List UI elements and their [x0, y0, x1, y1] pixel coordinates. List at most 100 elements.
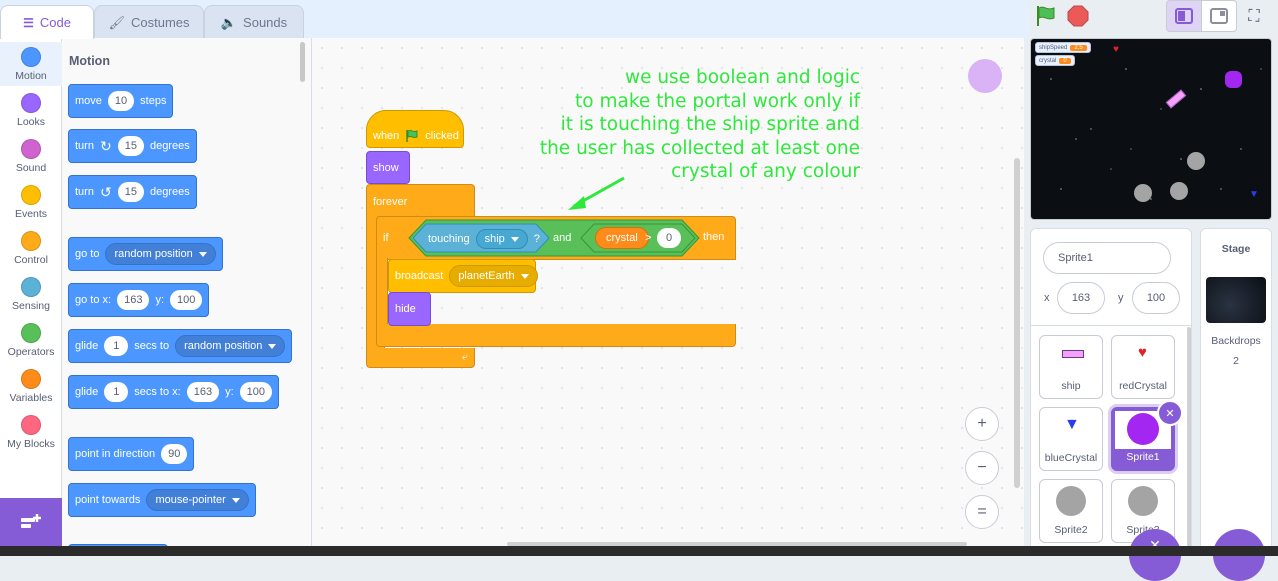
y-input[interactable]: 100 [239, 382, 272, 402]
os-taskbar [0, 546, 1278, 556]
block-glide-xy[interactable]: glide 1 secs to x: 163 y: 100 [68, 375, 279, 409]
stop-icon [1067, 5, 1089, 27]
stage-selector-pane[interactable]: Stage Backdrops 2 [1200, 228, 1272, 581]
stop-button[interactable] [1066, 4, 1090, 31]
block-text: if [383, 232, 389, 244]
block-text: point in direction [75, 448, 156, 460]
variable-name: crystal [606, 232, 638, 244]
operators-dot-icon [21, 323, 41, 343]
block-move-steps[interactable]: move 10 steps [68, 84, 174, 118]
category-events[interactable]: Events [0, 180, 62, 224]
gray-circle-icon [1056, 486, 1086, 516]
zoom-out-button[interactable]: − [965, 451, 999, 485]
monitor-label: crystal [1039, 57, 1057, 64]
block-go-to-xy[interactable]: go to x: 163 y: 100 [68, 283, 210, 317]
tab-code[interactable]: ☰ Code [0, 5, 94, 39]
fullscreen-button[interactable]: ⛶ [1240, 4, 1268, 30]
backdrops-label: Backdrops [1211, 335, 1261, 347]
block-turn-left[interactable]: turn ↺ 15 degrees [68, 175, 197, 209]
secs-input[interactable]: 1 [104, 336, 129, 356]
compare-input[interactable]: 0 [657, 228, 681, 248]
category-sensing[interactable]: Sensing [0, 272, 62, 316]
secs-input[interactable]: 1 [104, 382, 129, 402]
delete-sprite-button[interactable]: ✕ [1157, 400, 1183, 426]
block-point-towards[interactable]: point towards mouse-pointer [68, 483, 256, 517]
sprite-x-input[interactable]: 163 [1057, 282, 1105, 314]
degrees-input[interactable]: 15 [117, 136, 144, 156]
block-text: touching [428, 233, 470, 245]
block-point-in-direction[interactable]: point in direction 90 [68, 437, 195, 471]
sprite-name-input[interactable]: Sprite1 [1043, 242, 1171, 274]
palette-scrollbar[interactable] [300, 42, 305, 82]
block-text: steps [140, 95, 167, 107]
red-crystal-icon: ♥ [1138, 344, 1147, 361]
category-looks[interactable]: Looks [0, 88, 62, 132]
when-flag-clicked-block[interactable]: when clicked [366, 110, 464, 148]
sprite-thumb-ship[interactable]: ship [1039, 335, 1103, 399]
chevron-down-icon [231, 497, 240, 503]
block-turn-right[interactable]: turn ↻ 15 degrees [68, 129, 197, 163]
broadcast-dropdown[interactable]: planetEarth [449, 265, 538, 287]
degrees-input[interactable]: 15 [117, 182, 144, 202]
crystal-variable-reporter[interactable]: crystal [595, 227, 649, 249]
add-extension-button[interactable] [0, 498, 62, 546]
tab-costumes[interactable]: 🖌 Costumes [94, 5, 204, 39]
tab-sounds[interactable]: 🔈 Sounds [204, 5, 304, 39]
sprite-list-scrollbar[interactable] [1187, 327, 1191, 547]
sprite-info-pane: Sprite1 x 163 y 100 ship ♥ redCrystal ▼ … [1030, 228, 1192, 581]
sprite-y-input[interactable]: 100 [1132, 282, 1180, 314]
sprite-thumb-sprite2[interactable]: Sprite2 [1039, 479, 1103, 543]
y-label: y [1118, 292, 1124, 304]
editor-tabs: ☰ Code 🖌 Costumes 🔈 Sounds [0, 0, 1030, 39]
workspace-vertical-scrollbar[interactable] [1014, 158, 1020, 488]
x-input[interactable]: 163 [117, 290, 150, 310]
category-sound[interactable]: Sound [0, 134, 62, 178]
category-operators[interactable]: Operators [0, 318, 62, 362]
block-go-to[interactable]: go to random position [68, 237, 223, 271]
monitor-crystal: crystal 0 [1035, 55, 1075, 66]
zoom-reset-button[interactable]: = [965, 495, 999, 529]
control-dot-icon [21, 231, 41, 251]
block-text: degrees [149, 140, 190, 152]
category-variables[interactable]: Variables [0, 364, 62, 408]
x-input[interactable]: 163 [186, 382, 220, 402]
sprite-indicator [968, 59, 1002, 93]
category-label: Control [14, 254, 48, 266]
touching-dropdown[interactable]: ship [475, 229, 528, 249]
large-stage-button[interactable] [1201, 0, 1237, 32]
forever-block[interactable]: forever [366, 184, 475, 218]
ship-icon [1062, 350, 1084, 358]
category-control[interactable]: Control [0, 226, 62, 270]
category-my-blocks[interactable]: My Blocks [0, 410, 62, 454]
sprite-thumb-redcrystal[interactable]: ♥ redCrystal [1111, 335, 1175, 399]
block-glide[interactable]: glide 1 secs to random position [68, 329, 293, 363]
variables-dot-icon [21, 369, 41, 389]
touching-block[interactable]: touching ship ? [428, 229, 540, 249]
asteroid-sprite [1170, 182, 1188, 200]
stage-title: Stage [1221, 243, 1251, 255]
sprite-label: Sprite2 [1054, 524, 1088, 536]
direction-input[interactable]: 90 [161, 444, 188, 464]
sound-dot-icon [21, 139, 41, 159]
green-flag-button[interactable] [1034, 4, 1058, 31]
dropdown-value: random position [184, 340, 263, 352]
glide-dropdown[interactable]: random position [175, 335, 286, 357]
sprite-label: ship [1061, 380, 1081, 392]
zoom-in-button[interactable]: + [965, 407, 999, 441]
purple-circle-icon [1127, 413, 1159, 445]
category-motion[interactable]: Motion [0, 42, 62, 86]
y-input[interactable]: 100 [170, 290, 203, 310]
steps-input[interactable]: 10 [107, 91, 135, 111]
sprite-thumb-bluecrystal[interactable]: ▼ blueCrystal [1039, 407, 1103, 471]
script-workspace[interactable]: when clicked show forever ⤶ if then touc… [312, 38, 1024, 546]
stage-canvas[interactable]: shipSpeed 2.5 crystal 0 ♥ ▼ [1030, 38, 1272, 220]
go-to-dropdown[interactable]: random position [105, 243, 216, 265]
towards-dropdown[interactable]: mouse-pointer [146, 489, 249, 511]
hide-block[interactable]: hide [388, 292, 431, 326]
small-stage-button[interactable] [1166, 0, 1202, 32]
block-text: turn [75, 140, 94, 152]
broadcast-block[interactable]: broadcast planetEarth [388, 259, 538, 293]
show-block[interactable]: show [366, 151, 410, 184]
block-text: show [373, 161, 399, 174]
chevron-down-icon [520, 273, 529, 279]
